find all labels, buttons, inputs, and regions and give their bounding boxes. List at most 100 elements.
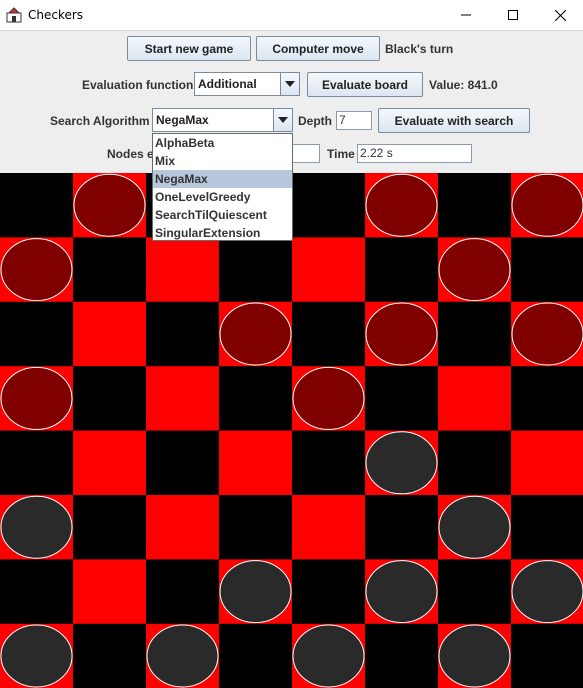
black-checker-piece[interactable] — [438, 624, 511, 688]
dropdown-option-searchtilquiescent[interactable]: SearchTilQuiescent — [153, 206, 292, 224]
checkers-board[interactable] — [0, 173, 583, 688]
dropdown-option-singularextension[interactable]: SingularExtension — [153, 224, 292, 242]
minimize-icon — [461, 14, 471, 16]
board-square[interactable] — [365, 495, 439, 560]
board-square[interactable] — [0, 430, 74, 496]
depth-input[interactable]: 7 — [336, 111, 372, 130]
depth-label: Depth — [298, 114, 332, 128]
board-canvas[interactable] — [0, 173, 583, 688]
app-icon — [6, 7, 22, 23]
time-field[interactable]: 2.22 s — [357, 144, 472, 163]
black-checker-piece[interactable] — [219, 560, 292, 624]
chevron-down-icon[interactable] — [280, 73, 299, 95]
board-square[interactable] — [0, 301, 74, 367]
board-square[interactable] — [365, 623, 439, 688]
black-checker-piece[interactable] — [292, 624, 365, 688]
minimize-button[interactable] — [443, 0, 489, 30]
eval-function-label: Evaluation function — [82, 78, 194, 92]
board-square[interactable] — [511, 430, 583, 496]
board-square[interactable] — [292, 301, 366, 367]
chevron-down-icon[interactable] — [273, 109, 292, 131]
board-square[interactable] — [292, 237, 366, 303]
board-square[interactable] — [292, 559, 366, 625]
board-square[interactable] — [146, 237, 220, 303]
board-square[interactable] — [146, 559, 220, 625]
red-checker-piece[interactable] — [0, 366, 73, 430]
board-square[interactable] — [511, 366, 583, 432]
black-checker-piece[interactable] — [0, 495, 73, 559]
board-square[interactable] — [73, 495, 147, 560]
board-square[interactable] — [219, 366, 293, 432]
board-square[interactable] — [146, 366, 220, 432]
board-square[interactable] — [219, 623, 293, 688]
red-checker-piece[interactable] — [511, 302, 583, 366]
board-square[interactable] — [438, 430, 512, 496]
board-value: Value: 841.0 — [429, 78, 498, 92]
board-square[interactable] — [0, 173, 74, 238]
board-square[interactable] — [73, 430, 147, 496]
board-square[interactable] — [73, 623, 147, 688]
board-square[interactable] — [511, 237, 583, 303]
nodes-label: Nodes e — [107, 147, 154, 161]
board-square[interactable] — [146, 495, 220, 560]
board-square[interactable] — [292, 173, 366, 238]
new-game-button[interactable]: Start new game — [127, 36, 251, 61]
black-checker-piece[interactable] — [146, 624, 219, 688]
board-square[interactable] — [438, 173, 512, 238]
search-algorithm-dropdown[interactable]: AlphaBeta Mix NegaMax OneLevelGreedy Sea… — [152, 133, 293, 241]
board-square[interactable] — [511, 623, 583, 688]
window-title: Checkers — [28, 8, 84, 22]
nodes-field[interactable] — [292, 144, 320, 163]
maximize-button[interactable] — [490, 0, 536, 30]
eval-function-select[interactable]: Additional — [194, 72, 300, 96]
board-square[interactable] — [438, 559, 512, 625]
black-checker-piece[interactable] — [0, 624, 73, 688]
dropdown-option-alphabeta[interactable]: AlphaBeta — [153, 134, 292, 152]
board-square[interactable] — [511, 495, 583, 560]
time-label: Time — [327, 147, 355, 161]
board-square[interactable] — [219, 430, 293, 496]
black-checker-piece[interactable] — [365, 431, 438, 495]
computer-move-button[interactable]: Computer move — [256, 36, 380, 61]
board-square[interactable] — [365, 237, 439, 303]
search-algorithm-value: NegaMax — [156, 113, 209, 127]
board-square[interactable] — [146, 301, 220, 367]
turn-status: Black's turn — [385, 42, 454, 56]
board-square[interactable] — [73, 559, 147, 625]
close-button[interactable] — [537, 0, 583, 30]
title-bar: Checkers — [0, 0, 583, 30]
board-square[interactable] — [438, 366, 512, 432]
board-square[interactable] — [219, 495, 293, 560]
red-checker-piece[interactable] — [292, 366, 365, 430]
evaluate-with-search-button[interactable]: Evaluate with search — [378, 108, 530, 133]
close-icon — [554, 9, 566, 21]
board-square[interactable] — [365, 366, 439, 432]
dropdown-option-negamax[interactable]: NegaMax — [153, 170, 292, 188]
board-square[interactable] — [0, 559, 74, 625]
evaluate-board-button[interactable]: Evaluate board — [307, 72, 423, 97]
red-checker-piece[interactable] — [365, 173, 438, 237]
board-square[interactable] — [292, 495, 366, 560]
dropdown-option-mix[interactable]: Mix — [153, 152, 292, 170]
board-square[interactable] — [146, 430, 220, 496]
red-checker-piece[interactable] — [0, 238, 73, 302]
eval-function-value: Additional — [198, 77, 257, 91]
board-square[interactable] — [73, 366, 147, 432]
dropdown-option-onelevelgreedy[interactable]: OneLevelGreedy — [153, 188, 292, 206]
board-square[interactable] — [73, 301, 147, 367]
red-checker-piece[interactable] — [365, 302, 438, 366]
black-checker-piece[interactable] — [511, 560, 583, 624]
board-square[interactable] — [292, 430, 366, 496]
black-checker-piece[interactable] — [438, 495, 511, 559]
search-algorithm-select[interactable]: NegaMax — [152, 108, 293, 132]
red-checker-piece[interactable] — [511, 173, 583, 237]
search-algorithm-label: Search Algorithm — [50, 114, 150, 128]
red-checker-piece[interactable] — [219, 302, 292, 366]
maximize-icon — [508, 10, 518, 20]
board-square[interactable] — [73, 237, 147, 303]
red-checker-piece[interactable] — [73, 173, 146, 237]
board-square[interactable] — [438, 301, 512, 367]
black-checker-piece[interactable] — [365, 560, 438, 624]
red-checker-piece[interactable] — [438, 238, 511, 302]
board-square[interactable] — [219, 237, 293, 303]
